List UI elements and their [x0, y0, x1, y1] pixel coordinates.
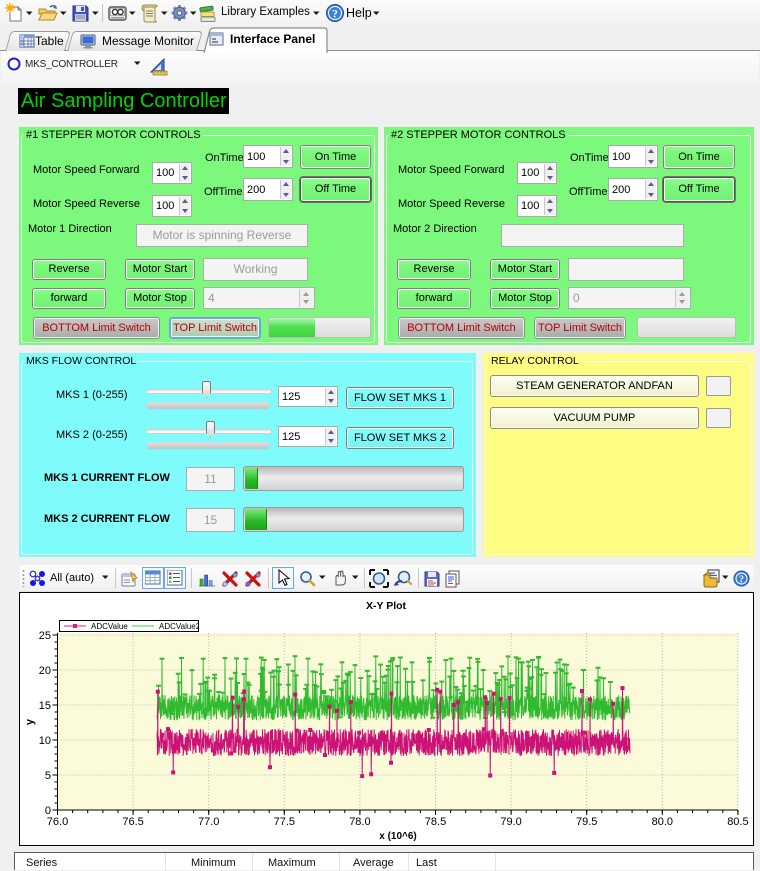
svg-text:ADCValue2: ADCValue2 [159, 622, 198, 631]
svg-text:y: y [24, 718, 36, 725]
svg-text:80.0: 80.0 [652, 816, 673, 828]
svg-text:79.5: 79.5 [576, 816, 597, 828]
svg-text:10: 10 [39, 735, 51, 747]
svg-text:78.0: 78.0 [349, 816, 370, 828]
svg-text:76.5: 76.5 [122, 816, 143, 828]
svg-text:76.0: 76.0 [47, 816, 68, 828]
svg-text:80.5: 80.5 [727, 816, 748, 828]
svg-text:0: 0 [45, 805, 51, 817]
svg-text:78.5: 78.5 [425, 816, 446, 828]
svg-text:20: 20 [39, 665, 51, 677]
svg-text:5: 5 [45, 770, 51, 782]
svg-text:x (10^6): x (10^6) [379, 831, 417, 842]
svg-text:79.0: 79.0 [500, 816, 521, 828]
svg-text:77.0: 77.0 [198, 816, 219, 828]
svg-text:15: 15 [39, 700, 51, 712]
svg-text:25: 25 [39, 630, 51, 642]
svg-text:ADCValue: ADCValue [91, 622, 128, 631]
svg-text:77.5: 77.5 [274, 816, 295, 828]
